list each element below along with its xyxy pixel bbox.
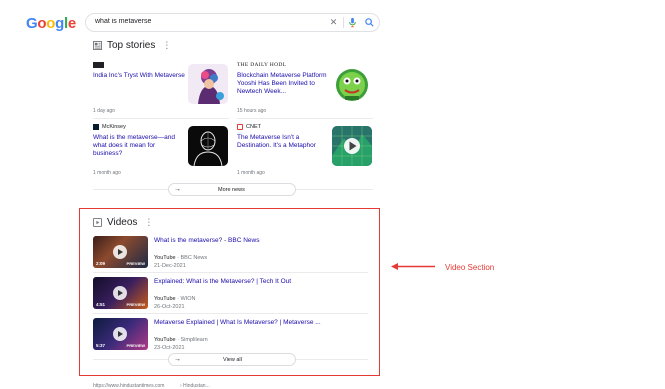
story-card[interactable]: McKinsey What is the metaverse—and what … xyxy=(93,124,233,178)
video-duration: 4:51 xyxy=(96,302,106,307)
view-all-divider-left xyxy=(93,359,170,360)
video-date: 23-Oct-2021 xyxy=(154,345,185,351)
wireframe-person-thumbnail[interactable] xyxy=(188,126,228,166)
story-source: CNET xyxy=(237,124,261,130)
mckinsey-icon xyxy=(93,124,99,130)
annotation-label: Video Section xyxy=(445,263,495,272)
view-all-button[interactable]: → View all xyxy=(168,353,296,366)
view-all-label: View all xyxy=(223,356,242,363)
video-source: YouTube · Simplilearn xyxy=(154,337,208,343)
search-bar-divider xyxy=(343,17,344,28)
story-divider xyxy=(237,118,373,119)
video-title[interactable]: Explained: What is the Metaverse? | Tech… xyxy=(154,278,291,285)
next-result-url[interactable]: https://www.hindustantimes.com xyxy=(93,383,164,389)
clear-icon[interactable]: ✕ xyxy=(328,17,339,28)
arrow-right-icon: → xyxy=(174,356,181,363)
more-news-divider-right xyxy=(296,189,373,190)
newspaper-icon xyxy=(93,41,102,50)
newspaper-masthead-icon xyxy=(93,62,104,68)
video-result[interactable]: 5:37 PREVIEW Metaverse Explained | What … xyxy=(93,318,368,356)
video-source: YouTube · WION xyxy=(154,296,196,302)
video-play-thumbnail[interactable] xyxy=(332,126,372,166)
story-headline[interactable]: The Metaverse Isn't a Destination. It's … xyxy=(237,134,329,150)
video-result[interactable]: 4:51 PREVIEW Explained: What is the Meta… xyxy=(93,277,368,315)
cnet-icon xyxy=(237,124,243,130)
video-channel: BBC News xyxy=(180,255,208,261)
view-all-divider-right xyxy=(296,359,368,360)
more-news-label: More news xyxy=(218,186,245,193)
videos-header: Videos ⋮ xyxy=(93,217,153,228)
more-news-button[interactable]: → More news xyxy=(168,183,296,196)
google-logo[interactable]: Google xyxy=(26,15,76,32)
video-thumbnail[interactable]: 5:37 PREVIEW xyxy=(93,318,148,350)
story-card[interactable]: THE DAILY HODL Blockchain Metaverse Plat… xyxy=(237,62,377,116)
story-headline[interactable]: India Inc's Tryst With Metaverse xyxy=(93,72,185,80)
video-divider xyxy=(93,313,368,314)
story-source: THE DAILY HODL xyxy=(237,62,287,68)
video-result[interactable]: 2:09 PREVIEW What is the metaverse? - BB… xyxy=(93,236,368,274)
search-input[interactable] xyxy=(95,18,315,25)
video-source: YouTube · BBC News xyxy=(154,255,207,261)
video-thumbnail[interactable]: 2:09 PREVIEW xyxy=(93,236,148,268)
story-time: 1 day ago xyxy=(93,108,115,114)
logo-letter-g: G xyxy=(26,15,38,32)
video-channel: Simplilearn xyxy=(180,337,208,343)
next-result-breadcrumb: › Hindustan... xyxy=(180,383,210,389)
arrow-right-icon: → xyxy=(174,186,181,193)
story-time: 15 hours ago xyxy=(237,108,267,114)
story-card[interactable]: CNET The Metaverse Isn't a Destination. … xyxy=(237,124,377,178)
video-duration: 2:09 xyxy=(96,261,106,266)
annotation-arrow-icon xyxy=(391,263,435,270)
video-divider xyxy=(93,272,368,273)
search-icon[interactable] xyxy=(364,17,375,28)
video-thumbnail[interactable]: 4:51 PREVIEW xyxy=(93,277,148,309)
video-icon xyxy=(93,218,102,227)
story-headline[interactable]: Blockchain Metaverse Platform Yooshi Has… xyxy=(237,72,329,96)
video-date: 26-Oct-2021 xyxy=(154,304,185,310)
green-mascot-thumbnail[interactable] xyxy=(332,64,372,104)
top-stories-header: Top stories ⋮ xyxy=(93,40,171,51)
microphone-icon[interactable] xyxy=(347,17,358,28)
video-preview-badge: PREVIEW xyxy=(126,343,145,348)
videos-title: Videos xyxy=(107,217,138,228)
logo-letter-o2: o xyxy=(46,15,56,32)
play-icon xyxy=(113,245,127,259)
play-icon xyxy=(113,286,127,300)
video-channel: WION xyxy=(180,296,196,302)
video-platform: YouTube xyxy=(154,337,176,343)
video-platform: YouTube xyxy=(154,255,176,261)
more-options-icon[interactable]: ⋮ xyxy=(162,40,171,51)
search-bar: ✕ xyxy=(85,13,380,32)
more-options-icon[interactable]: ⋮ xyxy=(144,217,153,228)
video-preview-badge: PREVIEW xyxy=(126,261,145,266)
logo-letter-g2: g xyxy=(55,15,64,32)
video-duration: 5:37 xyxy=(96,343,106,348)
story-source xyxy=(93,62,107,68)
story-source: McKinsey xyxy=(93,124,126,130)
video-date: 21-Dec-2021 xyxy=(154,263,186,269)
play-icon xyxy=(113,327,127,341)
video-platform: YouTube xyxy=(154,296,176,302)
video-title[interactable]: Metaverse Explained | What Is Metaverse?… xyxy=(154,319,321,326)
video-preview-badge: PREVIEW xyxy=(126,302,145,307)
more-news-divider-left xyxy=(93,189,170,190)
story-headline[interactable]: What is the metaverse—and what does it m… xyxy=(93,134,185,158)
video-title[interactable]: What is the metaverse? - BBC News xyxy=(154,237,259,244)
story-card[interactable]: India Inc's Tryst With Metaverse 1 day a… xyxy=(93,62,233,116)
story-time: 1 month ago xyxy=(237,170,265,176)
top-stories-title: Top stories xyxy=(107,40,156,51)
story-time: 1 month ago xyxy=(93,170,121,176)
avatar-illustration-thumbnail[interactable] xyxy=(188,64,228,104)
logo-letter-o1: o xyxy=(37,15,47,32)
story-divider xyxy=(93,118,229,119)
logo-letter-e: e xyxy=(67,15,76,32)
